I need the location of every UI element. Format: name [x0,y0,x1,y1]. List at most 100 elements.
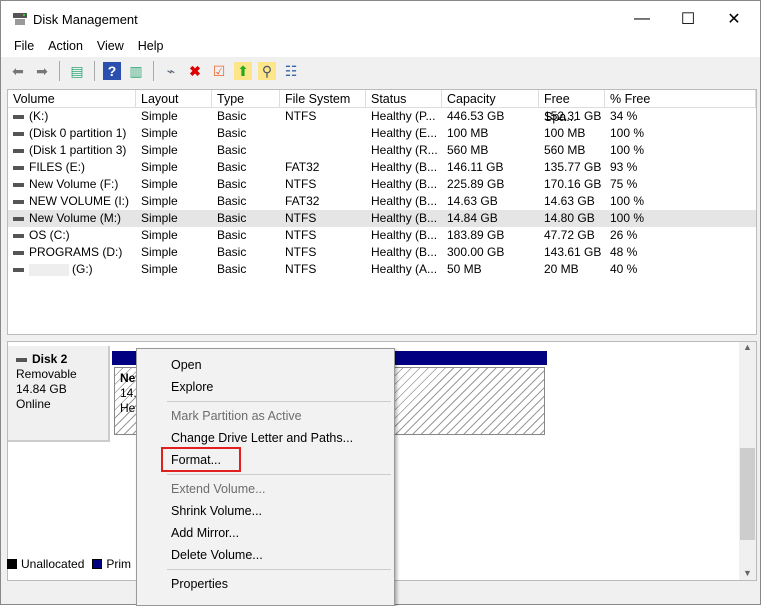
drive-icon [13,216,24,221]
menu-item-open[interactable]: Open [171,358,202,372]
drive-icon [13,233,24,238]
scrollbar-thumb[interactable] [740,448,755,540]
list-body: (K:) Simple Basic NTFS Healthy (P... 446.53 G… [8,108,756,278]
vertical-scrollbar[interactable]: ▲ ▼ [739,342,756,580]
disk-label[interactable]: Disk 2 Removable 14.84 GB Online [8,346,110,442]
legend-unallocated: Unallocated [21,557,85,571]
percent-free-cell: 100 % [605,193,756,210]
scroll-up-icon[interactable]: ▲ [739,342,756,352]
type-cell: Basic [212,210,280,227]
status-cell: Healthy (B... [366,193,442,210]
capacity-cell: 146.11 GB [442,159,539,176]
layout-cell: Simple [136,125,212,142]
table-row[interactable]: OS (C:) Simple Basic NTFS Healthy (B... 183.8… [8,227,756,244]
cell-text: 14.63 GB [544,194,595,208]
cell-text: 50 MB [447,262,482,276]
percent-free-cell: 75 % [605,176,756,193]
window-title: Disk Management [33,11,138,27]
col-capacity[interactable]: Capacity [442,90,539,107]
properties-check-icon[interactable]: ☑ [210,62,228,80]
cell-text: 146.11 GB [447,160,504,174]
col-type[interactable]: Type [212,90,280,107]
close-button[interactable]: ✕ [711,1,757,37]
menu-item-format[interactable]: Format... [171,453,221,467]
free-space-cell: 14.63 GB [539,193,605,210]
cell-text: 143.61 GB [544,245,602,259]
volume-cell: (Disk 1 partition 3) [8,142,136,159]
menu-file[interactable]: File [1,37,41,57]
cell-text: Basic [217,177,247,191]
maximize-button[interactable]: ☐ [665,1,711,37]
volume-cell: NEW VOLUME (I:) [8,193,136,210]
table-row[interactable]: (Disk 0 partition 1) Simple Basic Healthy (… [8,125,756,142]
menu-item-properties[interactable]: Properties [171,577,228,591]
col-file-system[interactable]: File System [280,90,366,107]
show-action-pane-icon[interactable]: ▥ [127,62,145,80]
type-cell: Basic [212,159,280,176]
menu-separator [167,401,391,402]
percent-free-cell: 100 % [605,125,756,142]
col-status[interactable]: Status [366,90,442,107]
minimize-button[interactable]: — [619,1,665,37]
cell-text: 14.84 GB [447,211,498,225]
cell-text: Basic [217,143,247,157]
menu-item-delete[interactable]: Delete Volume... [171,548,263,562]
layout-cell: Simple [136,210,212,227]
table-row[interactable]: FILES (E:) Simple Basic FAT32 Healthy (B... 1… [8,159,756,176]
connect-drive-icon[interactable]: ⌁ [162,62,180,80]
table-row[interactable]: (G:) Simple Basic NTFS Healthy (A... 50 MB 20 … [8,261,756,278]
drive-icon [13,199,24,204]
cell-text: 135.77 GB [544,160,602,174]
table-row[interactable]: (K:) Simple Basic NTFS Healthy (P... 446.53 G… [8,108,756,125]
table-row[interactable]: NEW VOLUME (I:) Simple Basic FAT32 Healthy (… [8,193,756,210]
cell-text: Basic [217,228,247,242]
title-bar: Disk Management — ☐ ✕ [1,1,760,37]
cell-text: Simple [141,126,178,140]
col-volume[interactable]: Volume [8,90,136,107]
search-folder-icon[interactable]: ⚲ [258,62,276,80]
help-icon[interactable]: ? [103,62,121,80]
show-hide-console-tree-icon[interactable]: ▤ [68,62,86,80]
cell-text: Healthy (P... [371,109,436,123]
file-system-cell: NTFS [280,227,366,244]
menu-help[interactable]: Help [131,37,171,57]
col-layout[interactable]: Layout [136,90,212,107]
disk-status: Online [16,397,51,411]
cell-text: Healthy (B... [371,160,438,174]
cell-text: NTFS [285,262,317,276]
menu-item-explore[interactable]: Explore [171,380,213,394]
menu-view[interactable]: View [90,37,131,57]
menu-item-change-drive-letter[interactable]: Change Drive Letter and Paths... [171,431,353,445]
cell-text: 34 % [610,109,638,123]
cell-text: Simple [141,109,178,123]
volume-cell: New Volume (F:) [8,176,136,193]
open-folder-icon[interactable]: ⬆ [234,62,252,80]
cell-text: OS (C:) [29,228,70,242]
cell-text: 14.63 GB [447,194,498,208]
cell-text: 152.31 GB [544,109,602,123]
forward-icon[interactable]: ➡ [33,62,51,80]
type-cell: Basic [212,261,280,278]
status-cell: Healthy (E... [366,125,442,142]
back-icon[interactable]: ⬅ [9,62,27,80]
checklist-icon[interactable]: ☷ [282,62,300,80]
table-row[interactable]: (Disk 1 partition 3) Simple Basic Healthy (… [8,142,756,159]
delete-icon[interactable]: ✖ [186,62,204,80]
cell-text: FILES (E:) [29,160,86,174]
percent-free-cell: 100 % [605,210,756,227]
table-row[interactable]: New Volume (F:) Simple Basic NTFS Healthy (B… [8,176,756,193]
cell-text: (Disk 0 partition 1) [29,126,127,140]
cell-text: Healthy (R... [371,143,438,157]
cell-text: Basic [217,160,247,174]
menu-item-shrink[interactable]: Shrink Volume... [171,504,262,518]
table-row[interactable]: New Volume (M:) Simple Basic NTFS Healthy (B… [8,210,756,227]
menu-item-add-mirror[interactable]: Add Mirror... [171,526,239,540]
table-row[interactable]: PROGRAMS (D:) Simple Basic NTFS Healthy (B..… [8,244,756,261]
col-free-space[interactable]: Free Spa... [539,90,605,124]
scroll-down-icon[interactable]: ▼ [739,568,756,578]
status-cell: Healthy (B... [366,176,442,193]
col-percent-free[interactable]: % Free [605,90,756,107]
cell-text: 14.80 GB [544,211,595,225]
file-system-cell: NTFS [280,176,366,193]
menu-action[interactable]: Action [41,37,90,57]
